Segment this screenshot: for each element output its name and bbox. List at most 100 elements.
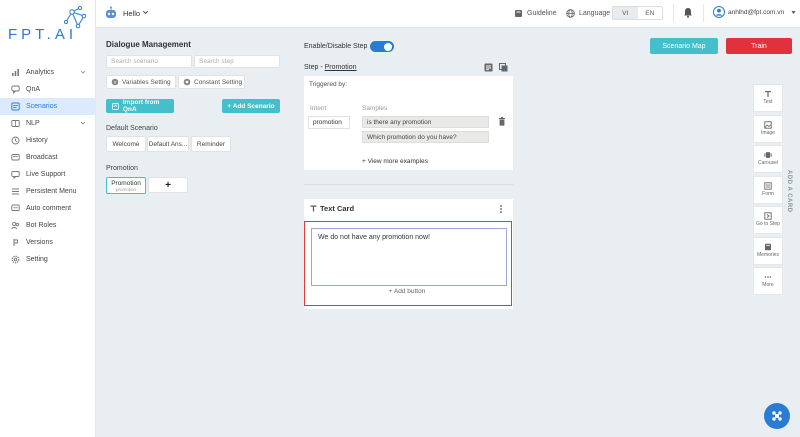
import-from-qna-label: Import from QnA xyxy=(122,99,160,113)
sidebar-item-history[interactable]: History xyxy=(0,132,96,149)
step-promotion-sub: promotion xyxy=(115,186,136,192)
sidebar-item-label: Setting xyxy=(26,256,48,263)
user-email[interactable]: anhlhd@fpt.com.vn xyxy=(728,9,784,16)
constant-setting-label: Constant Setting xyxy=(194,78,243,86)
palette-more-button[interactable]: More xyxy=(753,267,783,295)
sidebar-item-versions[interactable]: Versions xyxy=(0,234,96,251)
sidebar-item-label: Auto comment xyxy=(26,205,72,212)
more-icon xyxy=(764,276,772,279)
sidebar-item-nlp[interactable]: NLP xyxy=(0,115,96,132)
sidebar-item-bot-roles[interactable]: Bot Roles xyxy=(0,217,96,234)
palette-item-label: Image xyxy=(761,129,775,136)
divider xyxy=(304,184,513,185)
book-icon xyxy=(515,9,522,17)
sidebar-item-broadcast[interactable]: Broadcast xyxy=(0,149,96,166)
view-more-examples-link[interactable]: + View more examples xyxy=(362,158,428,165)
sidebar-item-scenarios[interactable]: Scenarios xyxy=(0,98,96,115)
top-bar: Hello Guideline Language VI EN anhlhd@fp… xyxy=(96,0,800,28)
trash-icon[interactable] xyxy=(498,117,506,126)
sidebar-item-setting[interactable]: Setting xyxy=(0,251,96,268)
variables-setting-button[interactable]: x Variables Setting xyxy=(106,75,176,89)
sidebar-item-auto-comment[interactable]: Auto comment xyxy=(0,200,96,217)
sidebar-item-analytics[interactable]: Analytics xyxy=(0,64,96,81)
goto-step-icon xyxy=(764,212,772,220)
scenario-map-button[interactable]: Scenario Map xyxy=(650,38,718,54)
step-name-link[interactable]: Promotion xyxy=(325,64,357,71)
add-scenario-button[interactable]: + Add Scenario xyxy=(222,99,280,113)
text-card-focus-outline: We do not have any promotion now! + Add … xyxy=(304,221,512,306)
language-label: Language xyxy=(579,9,611,17)
text-card-textarea[interactable]: We do not have any promotion now! xyxy=(311,228,507,286)
import-from-qna-button[interactable]: Import from QnA xyxy=(106,99,174,113)
bell-icon[interactable] xyxy=(683,7,693,18)
palette-item-label: Go to Step xyxy=(756,221,780,228)
sidebar-item-label: NLP xyxy=(26,120,40,127)
bot-name[interactable]: Hello xyxy=(123,9,140,18)
intent-value[interactable]: promotion xyxy=(308,116,350,129)
lang-vi-option[interactable]: VI xyxy=(613,7,638,19)
copy-icon[interactable] xyxy=(499,63,508,72)
add-a-card-label: ADD A CARD xyxy=(786,170,792,213)
comment-icon xyxy=(11,204,20,211)
sidebar-item-qna[interactable]: QnA xyxy=(0,81,96,98)
step-default-answer[interactable]: Default Ans... xyxy=(147,136,189,152)
palette-memories-button[interactable]: Memories xyxy=(753,236,783,265)
palette-item-label: Text xyxy=(763,99,773,106)
roles-icon xyxy=(11,221,20,230)
support-icon xyxy=(11,171,20,179)
step-welcome[interactable]: Welcome xyxy=(106,136,146,152)
language-selector[interactable]: Language xyxy=(566,7,610,19)
search-scenario-input[interactable]: Search scenario xyxy=(106,55,192,68)
sidebar-item-label: Versions xyxy=(26,239,53,246)
list-icon[interactable] xyxy=(484,63,493,72)
palette-go-to-step-button[interactable]: Go to Step xyxy=(753,206,783,234)
palette-item-label: Carousel xyxy=(757,160,778,167)
chevron-down-icon[interactable] xyxy=(142,9,149,16)
step-promotion[interactable]: Promotion promotion xyxy=(106,177,146,194)
trigger-card: Triggered by: Intent Samples promotion i… xyxy=(304,76,513,170)
sidebar-item-live-support[interactable]: Live Support xyxy=(0,166,96,183)
palette-form-button[interactable]: Form xyxy=(753,175,783,204)
sidebar-item-label: QnA xyxy=(26,86,41,93)
sample-item[interactable]: Which promotion do you have? xyxy=(362,131,489,143)
step-prefix: Step - xyxy=(304,64,325,71)
bot-avatar-icon xyxy=(106,6,116,18)
sidebar-item-label: Broadcast xyxy=(26,154,58,161)
divider xyxy=(703,4,704,22)
step-reminder[interactable]: Reminder xyxy=(191,136,231,152)
lang-en-option[interactable]: EN xyxy=(638,7,663,19)
caret-down-icon[interactable] xyxy=(791,10,796,15)
palette-image-button[interactable]: Image xyxy=(753,114,783,143)
samples-header: Samples xyxy=(362,105,388,112)
gear-icon xyxy=(11,255,20,264)
constant-setting-button[interactable]: Constant Setting xyxy=(178,75,245,89)
step-title-row: Step - Promotion xyxy=(304,64,357,71)
enable-step-toggle[interactable] xyxy=(370,41,394,52)
more-vertical-icon[interactable] xyxy=(499,204,503,214)
train-button[interactable]: Train xyxy=(726,38,792,54)
user-avatar-icon[interactable] xyxy=(713,6,725,18)
history-icon xyxy=(11,136,20,145)
search-step-input[interactable]: Search step xyxy=(194,55,280,68)
text-type-icon xyxy=(310,205,317,212)
step-icon-group xyxy=(484,63,508,72)
form-icon xyxy=(764,182,772,190)
guideline-link[interactable]: Guideline xyxy=(514,7,557,19)
palette-carousel-button[interactable]: Carousel xyxy=(753,145,783,173)
scenario-icon xyxy=(11,102,20,111)
add-button-link[interactable]: + Add button xyxy=(305,288,509,295)
chevron-down-icon[interactable] xyxy=(80,69,86,75)
palette-text-button[interactable]: Text xyxy=(753,84,783,112)
assistant-icon xyxy=(772,411,782,421)
divider xyxy=(673,4,674,22)
add-step-button[interactable]: + xyxy=(148,177,188,193)
sidebar-nav: Analytics QnA Scenarios NLP History Broadcast… xyxy=(0,64,96,268)
sample-item[interactable]: is there any promotion xyxy=(362,116,489,128)
chevron-down-icon[interactable] xyxy=(80,120,86,126)
fpt-ai-logo[interactable]: FPT.AI xyxy=(6,6,88,46)
memories-icon xyxy=(765,243,771,250)
language-switch: VI EN xyxy=(612,6,663,20)
sidebar-item-label: Bot Roles xyxy=(26,222,57,229)
assistant-fab[interactable] xyxy=(764,403,790,429)
sidebar-item-persistent-menu[interactable]: Persistent Menu xyxy=(0,183,96,200)
